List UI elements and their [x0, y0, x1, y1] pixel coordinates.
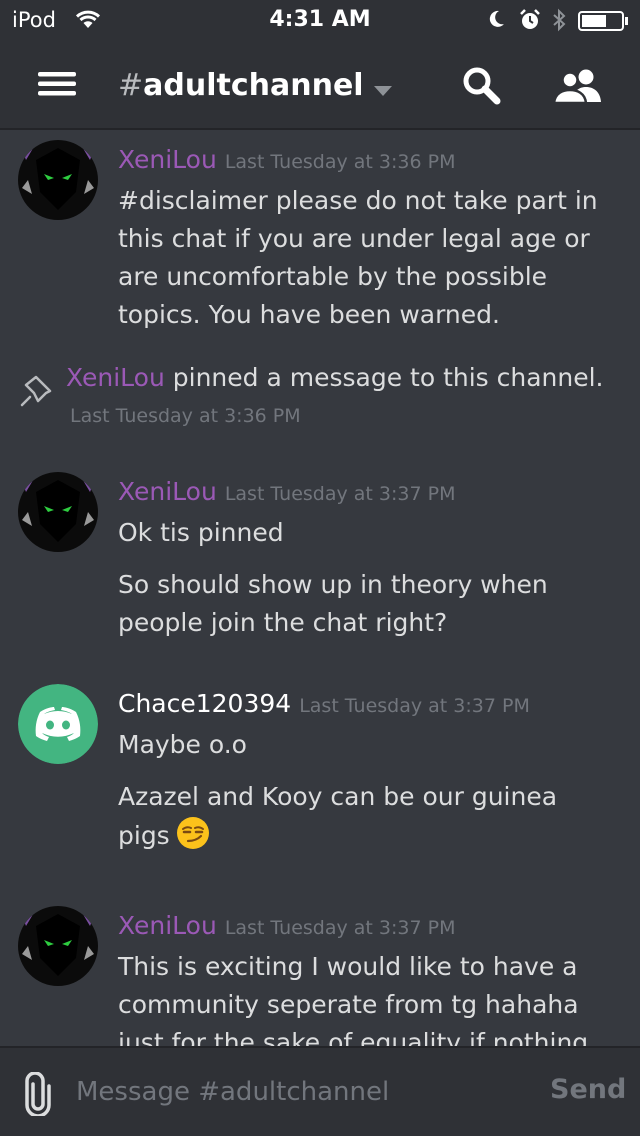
navigation-bar: #adultchannel — [0, 40, 640, 128]
send-button[interactable]: Send — [550, 1074, 626, 1105]
message-author[interactable]: XeniLou — [118, 477, 217, 506]
message-author[interactable]: Chace120394 — [118, 689, 291, 718]
system-message-body: pinned a message to this channel. — [164, 363, 604, 392]
message-text: Ok tis pinned — [118, 518, 284, 547]
paperclip-icon[interactable] — [24, 1071, 52, 1120]
message-composer: Send — [0, 1046, 640, 1136]
message-text: #disclaimer please do not take part in t… — [118, 186, 598, 329]
pin-icon — [20, 371, 56, 411]
top-bar: iPod 4:31 AM #adultchannel — [0, 0, 640, 130]
message-author[interactable]: XeniLou — [118, 911, 217, 940]
message-timestamp: Last Tuesday at 3:37 PM — [224, 483, 456, 505]
smirk-emoji-icon — [176, 816, 210, 861]
avatar[interactable] — [18, 472, 98, 552]
message-input[interactable] — [76, 1072, 516, 1112]
avatar[interactable] — [18, 906, 98, 986]
message-timestamp: Last Tuesday at 3:37 PM — [224, 917, 456, 939]
channel-name: adultchannel — [143, 68, 364, 103]
chevron-down-icon — [373, 69, 392, 104]
channel-hash: # — [118, 68, 144, 103]
channel-title[interactable]: #adultchannel — [118, 68, 392, 104]
avatar[interactable] — [18, 140, 98, 220]
message-timestamp: Last Tuesday at 3:37 PM — [299, 695, 530, 717]
system-message-text: XeniLou pinned a message to this channel… — [66, 363, 604, 392]
message-text: Maybe o.o — [118, 730, 247, 759]
message-text: This is exciting I would like to have a … — [118, 952, 589, 1046]
message-text-with-emoji: Azazel and Kooy can be our guinea pigs — [118, 778, 608, 861]
message-timestamp: Last Tuesday at 3:36 PM — [224, 151, 456, 173]
search-icon[interactable] — [462, 66, 502, 110]
status-bar: iPod 4:31 AM — [0, 0, 640, 40]
menu-icon[interactable] — [38, 72, 78, 96]
members-icon[interactable] — [552, 68, 602, 108]
system-message-author[interactable]: XeniLou — [66, 363, 165, 392]
bluetooth-icon — [551, 8, 567, 36]
avatar[interactable] — [18, 684, 98, 764]
message-author[interactable]: XeniLou — [118, 145, 217, 174]
clock: 4:31 AM — [269, 7, 371, 32]
alarm-icon — [519, 9, 541, 35]
message-text: So should show up in theory when people … — [118, 570, 548, 637]
moon-icon — [486, 9, 506, 33]
message-list[interactable]: XeniLou Last Tuesday at 3:36 PM #disclaim… — [0, 130, 640, 1046]
system-message-timestamp: Last Tuesday at 3:36 PM — [70, 405, 301, 427]
battery-icon — [578, 11, 630, 35]
